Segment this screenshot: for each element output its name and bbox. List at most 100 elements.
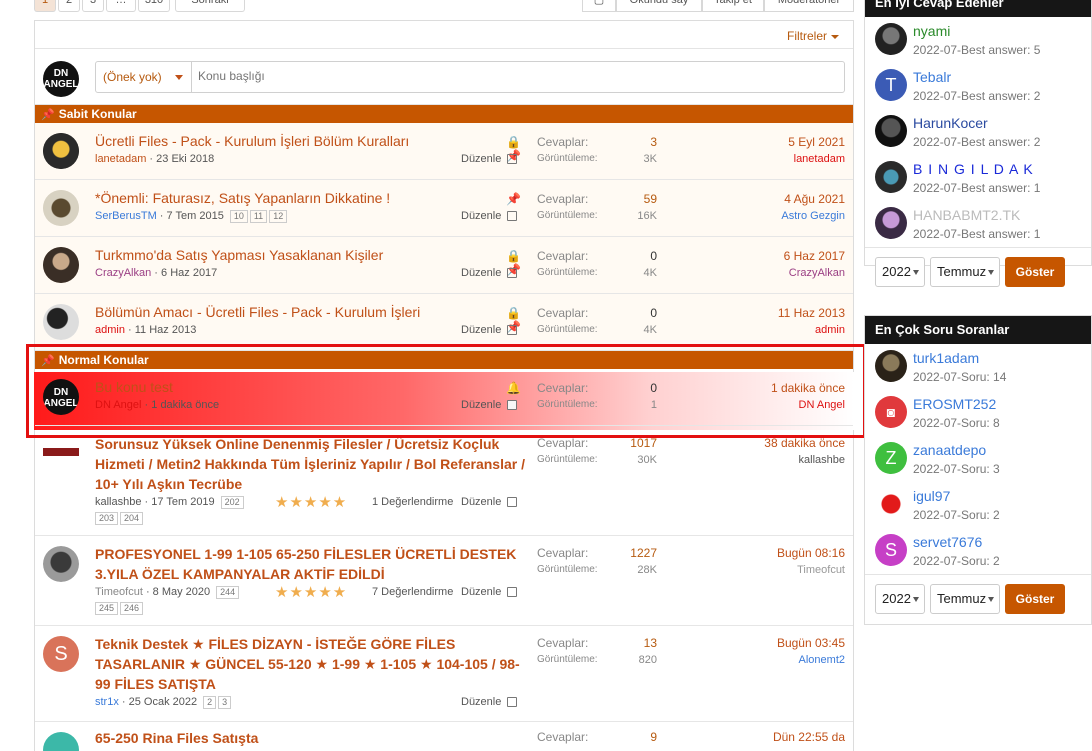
edit-link[interactable]: Düzenle <box>461 324 518 336</box>
user-name[interactable]: servet7676 <box>913 534 982 550</box>
last-post-date[interactable]: 11 Haz 2013 <box>665 306 845 320</box>
edit-link[interactable]: Düzenle <box>461 496 518 508</box>
user-name[interactable]: B I N G I L D A K <box>913 161 1034 177</box>
user-name[interactable]: turk1adam <box>913 350 979 366</box>
select-checkbox[interactable] <box>507 268 518 279</box>
last-post-user[interactable]: kallashbe <box>665 454 845 466</box>
thread-title[interactable]: Teknik Destek ★ FİLES DİZAYN - İSTEĞE GÖ… <box>95 634 525 694</box>
page-link[interactable]: 3 <box>218 696 232 709</box>
last-post-date[interactable]: 4 Ağu 2021 <box>665 192 845 206</box>
page-link[interactable]: 246 <box>120 602 144 615</box>
thread-author[interactable]: str1x <box>95 696 119 708</box>
prefix-select[interactable]: (Önek yok) <box>96 62 192 92</box>
select-checkbox[interactable] <box>507 400 518 411</box>
thread-title[interactable]: *Önemli: Faturasız, Satış Yapanların Dik… <box>95 190 495 206</box>
thread-title[interactable]: PROFESYONEL 1-99 1-105 65-250 FİLESLER Ü… <box>95 544 525 584</box>
select-checkbox[interactable] <box>507 325 518 336</box>
thread-title-input[interactable] <box>198 69 798 83</box>
filters-button[interactable]: Filtreler <box>787 29 839 43</box>
edit-link[interactable]: Düzenle <box>461 267 518 279</box>
thread-title[interactable]: Turkmmo'da Satış Yapması Yasaklanan Kişi… <box>95 247 495 263</box>
page-link[interactable]: 203 <box>95 512 119 525</box>
page-link[interactable]: 12 <box>269 210 288 223</box>
thread-author[interactable]: kallashbe <box>95 496 141 508</box>
show-button[interactable]: Göster <box>1005 584 1065 614</box>
page-link[interactable]: 10 <box>229 210 248 223</box>
moderators-button[interactable]: Moderatörler <box>764 0 854 12</box>
year-select[interactable]: 2022 <box>875 584 925 614</box>
page-link[interactable]: 11 <box>249 210 268 223</box>
last-post-date[interactable]: 1 dakika önce <box>665 381 845 395</box>
edit-link[interactable]: Düzenle <box>461 153 518 165</box>
mark-read-button[interactable]: Okundu say <box>616 0 702 12</box>
user-name[interactable]: EROSMT252 <box>913 396 996 412</box>
user-name[interactable]: zanaatdepo <box>913 442 986 458</box>
page-2-button[interactable]: 2 <box>58 0 80 12</box>
thread-title[interactable]: 65-250 Rina Files Satışta <box>95 728 525 748</box>
select-checkbox[interactable] <box>507 697 518 708</box>
last-post-date[interactable]: 38 dakika önce <box>665 436 845 450</box>
last-post-date[interactable]: 5 Eyl 2021 <box>665 135 845 149</box>
thread-author[interactable]: CrazyAlkan <box>95 267 151 279</box>
thread-author[interactable]: admin <box>95 324 125 336</box>
page-link[interactable]: 245 <box>95 602 119 615</box>
last-post-user[interactable]: lanetadam <box>665 153 845 165</box>
thread-title[interactable]: Bölümün Amacı - Ücretli Files - Pack - K… <box>95 304 495 320</box>
last-post-user[interactable]: CrazyAlkan <box>665 267 845 279</box>
page-link[interactable]: 202 <box>220 496 244 509</box>
select-checkbox[interactable] <box>507 211 518 222</box>
last-post-user[interactable]: DN Angel <box>665 399 845 411</box>
year-select[interactable]: 2022 <box>875 257 925 287</box>
page-link[interactable]: 204 <box>120 512 144 525</box>
list-item[interactable]: Z zanaatdepo 2022-07-Soru: 3 <box>865 436 1091 482</box>
list-item[interactable]: ◙ EROSMT252 2022-07-Soru: 8 <box>865 390 1091 436</box>
last-post-date[interactable]: Bugün 08:16 <box>665 546 845 560</box>
list-item[interactable]: T Tebalr 2022-07-Best answer: 2 <box>865 63 1091 109</box>
list-item[interactable]: HarunKocer 2022-07-Best answer: 2 <box>865 109 1091 155</box>
user-name[interactable]: HANBABMT2.TK <box>913 207 1020 223</box>
select-checkbox[interactable] <box>507 587 518 598</box>
last-post-user[interactable]: Astro Gezgin <box>665 210 845 222</box>
thread-title[interactable]: Ücretli Files - Pack - Kurulum İşleri Bö… <box>95 133 495 149</box>
page-link[interactable]: 244 <box>216 586 240 599</box>
user-name[interactable]: Tebalr <box>913 69 951 85</box>
list-item[interactable]: B I N G I L D A K 2022-07-Best answer: 1 <box>865 155 1091 201</box>
list-item[interactable]: nyami 2022-07-Best answer: 5 <box>865 17 1091 63</box>
thread-title[interactable]: Sorunsuz Yüksek Online Denenmiş Filesler… <box>95 434 525 494</box>
list-item[interactable]: S servet7676 2022-07-Soru: 2 <box>865 528 1091 574</box>
thread-author[interactable]: DN Angel <box>95 399 141 411</box>
page-last-button[interactable]: 310 <box>138 0 170 12</box>
thread-title[interactable]: Bu konu test <box>95 379 495 395</box>
edit-link[interactable]: Düzenle <box>461 586 518 598</box>
select-checkbox[interactable] <box>507 154 518 165</box>
show-button[interactable]: Göster <box>1005 257 1065 287</box>
month-select[interactable]: Temmuz <box>930 584 1000 614</box>
last-post-user[interactable]: Timeofcut <box>665 564 845 576</box>
page-link[interactable]: 2 <box>203 696 217 709</box>
page-1-button[interactable]: 1 <box>34 0 56 12</box>
watch-button[interactable]: Takip et <box>702 0 764 12</box>
edit-link[interactable]: Düzenle <box>461 210 518 222</box>
thread-author[interactable]: lanetadam <box>95 153 146 165</box>
edit-link[interactable]: Düzenle <box>461 399 518 411</box>
last-post-user[interactable]: Alonemt2 <box>665 654 845 666</box>
next-page-button[interactable]: Sonraki <box>175 0 245 12</box>
list-item[interactable]: turk1adam 2022-07-Soru: 14 <box>865 344 1091 390</box>
user-name[interactable]: nyami <box>913 23 950 39</box>
edit-link[interactable]: Düzenle <box>461 696 518 708</box>
rss-icon[interactable]: ▢ <box>582 0 616 12</box>
select-checkbox[interactable] <box>507 497 518 508</box>
last-post-date[interactable]: Bugün 03:45 <box>665 636 845 650</box>
last-post-user[interactable]: admin <box>665 324 845 336</box>
list-item[interactable]: igul97 2022-07-Soru: 2 <box>865 482 1091 528</box>
list-item[interactable]: HANBABMT2.TK 2022-07-Best answer: 1 <box>865 201 1091 247</box>
thread-author[interactable]: Timeofcut <box>95 586 143 598</box>
page-ellipsis[interactable]: … <box>106 0 136 12</box>
user-name[interactable]: HarunKocer <box>913 115 988 131</box>
page-3-button[interactable]: 3 <box>82 0 104 12</box>
thread-author[interactable]: SerBerusTM <box>95 210 157 222</box>
user-name[interactable]: igul97 <box>913 488 950 504</box>
last-post-date[interactable]: 6 Haz 2017 <box>665 249 845 263</box>
month-select[interactable]: Temmuz <box>930 257 1000 287</box>
last-post-date[interactable]: Dün 22:55 da <box>665 730 845 744</box>
